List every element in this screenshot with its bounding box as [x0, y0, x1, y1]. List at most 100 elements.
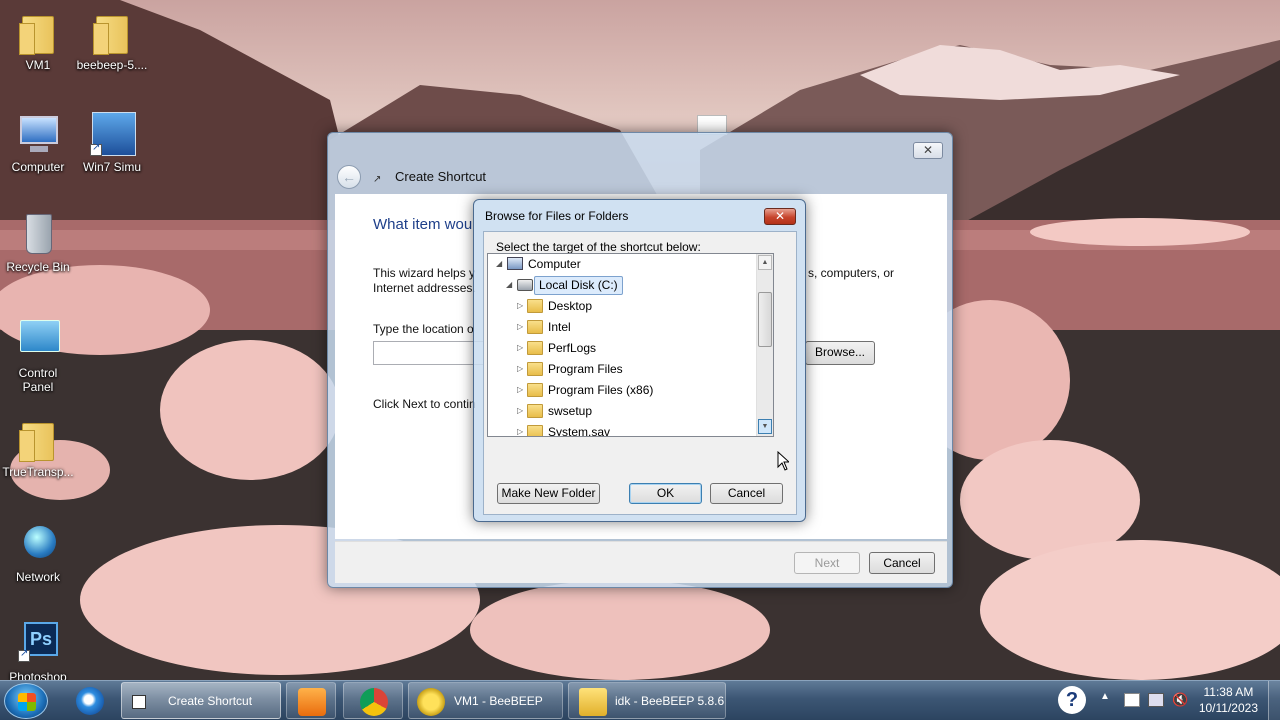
- taskbar-item-label: idk - BeeBEEP 5.8.6: [615, 694, 725, 708]
- scroll-up-button[interactable]: ▲: [758, 255, 772, 270]
- tree-node-label: PerfLogs: [548, 341, 597, 355]
- network-icon: [14, 520, 62, 568]
- folder-icon: [527, 341, 543, 355]
- tree-node-label: Program Files: [548, 362, 623, 376]
- tree-node-local-disk[interactable]: ◢ Local Disk (C:): [488, 275, 756, 295]
- ok-button[interactable]: OK: [629, 483, 702, 504]
- tree-node-label: Computer: [528, 257, 581, 271]
- desktop-icon-label: Network: [15, 570, 60, 584]
- desktop-icon-label: Control Panel: [18, 366, 58, 394]
- volume-muted-icon[interactable]: 🔇: [1172, 692, 1188, 708]
- desktop-icon-beebeep[interactable]: beebeep-5....: [74, 8, 150, 72]
- tree-scrollbar[interactable]: ▲ ▼: [756, 254, 773, 436]
- tree-node-desktop[interactable]: ▷ Desktop: [488, 296, 756, 316]
- shortcut-icon: ↗: [373, 174, 382, 185]
- disk-icon: [517, 279, 533, 291]
- taskbar-media-player[interactable]: [286, 682, 336, 719]
- tree-node-perflogs[interactable]: ▷ PerfLogs: [488, 338, 756, 358]
- browse-dialog: Browse for Files or Folders ✕ Select the…: [473, 199, 806, 522]
- tree-node-label: Local Disk (C:): [534, 276, 623, 295]
- browse-cancel-button[interactable]: Cancel: [710, 483, 783, 504]
- clock[interactable]: 11:38 AM 10/11/2023: [1199, 684, 1258, 716]
- desktop: VM1 beebeep-5.... Computer Win7 Simu Rec…: [0, 0, 1280, 680]
- taskbar-ie[interactable]: [64, 682, 116, 719]
- folder-tree[interactable]: ◢ Computer ◢ Local Disk (C:) ▷ Desktop ▷…: [487, 253, 774, 437]
- expand-arrow-icon[interactable]: ▷: [517, 338, 527, 358]
- desktop-icon-truetransparency[interactable]: TrueTransp...: [0, 415, 76, 479]
- collapse-arrow-icon[interactable]: ◢: [496, 254, 506, 274]
- tree-node-swsetup[interactable]: ▷ swsetup: [488, 401, 756, 421]
- tree-node-computer[interactable]: ◢ Computer: [488, 254, 756, 274]
- make-new-folder-button[interactable]: Make New Folder: [497, 483, 600, 504]
- tree-node-program-files[interactable]: ▷ Program Files: [488, 359, 756, 379]
- network-tray-icon[interactable]: [1148, 693, 1164, 707]
- taskbar-item-label: VM1 - BeeBEEP: [454, 694, 543, 708]
- desktop-icon-label: Win7 Simu: [82, 160, 141, 174]
- control-panel-icon: [14, 316, 62, 364]
- browse-close-button[interactable]: ✕: [764, 208, 796, 225]
- folder-icon: [527, 320, 543, 334]
- taskbar-idk-beebeep[interactable]: idk - BeeBEEP 5.8.6: [568, 682, 726, 719]
- wizard-footer: Next Cancel: [335, 541, 947, 583]
- computer-icon: [507, 257, 523, 270]
- help-icon[interactable]: ?: [1058, 686, 1086, 714]
- browse-dialog-title: Browse for Files or Folders: [485, 209, 629, 223]
- next-button[interactable]: Next: [794, 552, 860, 574]
- taskbar-chrome[interactable]: [343, 682, 403, 719]
- close-button[interactable]: ✕: [913, 142, 943, 159]
- bee-icon: [417, 688, 445, 716]
- mouse-cursor-icon: [777, 451, 789, 471]
- desktop-icon-photoshop[interactable]: Ps Photoshop: [0, 620, 76, 680]
- photoshop-icon: Ps: [14, 620, 62, 668]
- media-player-icon: [298, 688, 326, 716]
- desktop-icon-win7-simu[interactable]: Win7 Simu: [74, 110, 150, 174]
- tree-node-label: System.sav: [548, 425, 611, 437]
- desktop-icon-recycle-bin[interactable]: Recycle Bin: [0, 210, 76, 274]
- tree-node-program-files-x86[interactable]: ▷ Program Files (x86): [488, 380, 756, 400]
- tree-node-label: Intel: [548, 320, 571, 334]
- scroll-thumb[interactable]: [758, 292, 772, 347]
- desktop-icon-label: beebeep-5....: [76, 58, 148, 72]
- location-label: Type the location o: [373, 322, 474, 336]
- desktop-icon-network[interactable]: Network: [0, 520, 76, 584]
- taskbar-item-label: Create Shortcut: [168, 694, 253, 708]
- close-icon: ✕: [774, 209, 786, 223]
- expand-arrow-icon[interactable]: ▷: [517, 359, 527, 379]
- folder-icon: [14, 8, 62, 56]
- taskbar-create-shortcut[interactable]: Create Shortcut: [121, 682, 281, 719]
- folder-icon: [14, 415, 62, 463]
- internet-explorer-icon: [76, 687, 104, 715]
- desktop-icon-control-panel[interactable]: Control Panel: [0, 316, 76, 394]
- folder-icon: [527, 362, 543, 376]
- taskbar-vm1-beebeep[interactable]: VM1 - BeeBEEP: [408, 682, 563, 719]
- desktop-icon-vm1[interactable]: VM1: [0, 8, 76, 72]
- description-text-line2: Internet addresses.: [373, 281, 476, 295]
- wizard-heading: What item wou: [373, 216, 473, 233]
- wizard-cancel-button[interactable]: Cancel: [869, 552, 935, 574]
- computer-icon: [14, 110, 62, 158]
- folder-icon: [527, 425, 543, 436]
- back-button[interactable]: ←: [337, 165, 361, 189]
- expand-arrow-icon[interactable]: ▷: [517, 296, 527, 316]
- folder-icon: [527, 383, 543, 397]
- action-center-icon[interactable]: [1124, 693, 1140, 707]
- expand-arrow-icon[interactable]: ▷: [517, 317, 527, 337]
- show-desktop-button[interactable]: [1268, 681, 1280, 721]
- expand-arrow-icon[interactable]: ▷: [517, 401, 527, 421]
- desktop-icon-computer[interactable]: Computer: [0, 110, 76, 174]
- scroll-down-button[interactable]: ▼: [758, 419, 772, 434]
- collapse-arrow-icon[interactable]: ◢: [506, 275, 516, 295]
- start-button[interactable]: [4, 683, 48, 719]
- expand-arrow-icon[interactable]: ▷: [517, 380, 527, 400]
- browse-prompt: Select the target of the shortcut below:: [496, 240, 701, 254]
- click-next-text: Click Next to contin: [373, 397, 476, 411]
- tree-node-system-sav[interactable]: ▷ System.sav: [488, 422, 756, 437]
- browse-button[interactable]: Browse...: [805, 341, 875, 365]
- expand-arrow-icon[interactable]: ▷: [517, 422, 527, 436]
- bee-folder-icon: [579, 688, 607, 716]
- wizard-title: Create Shortcut: [395, 169, 487, 184]
- show-hidden-icons-icon[interactable]: ▲: [1100, 691, 1110, 702]
- clock-date: 10/11/2023: [1198, 701, 1258, 715]
- tree-node-intel[interactable]: ▷ Intel: [488, 317, 756, 337]
- folder-icon: [88, 8, 136, 56]
